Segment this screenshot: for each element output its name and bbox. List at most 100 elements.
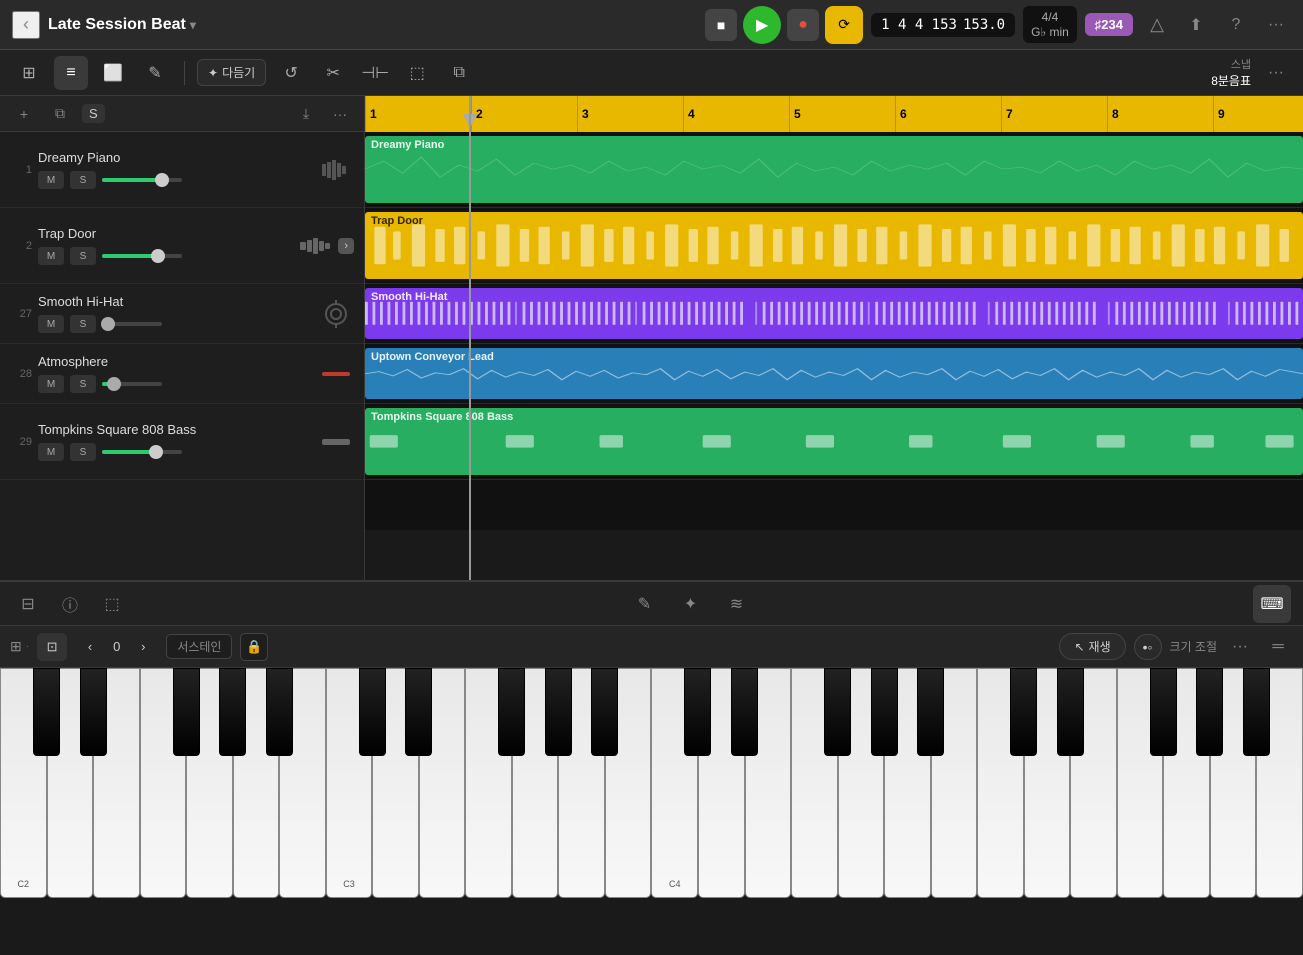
plugin-button[interactable]: ⊟ [12, 588, 44, 620]
black-key-oct1-pos3[interactable] [498, 668, 525, 756]
dot-button[interactable]: •◦ [1134, 634, 1162, 660]
split-view-button[interactable]: ⊡ [37, 633, 67, 661]
piano-more-button[interactable]: ··· [1225, 632, 1255, 662]
clip-smooth[interactable]: Smooth Hi-Hat // generate many thin rect… [365, 288, 1303, 339]
stop-button[interactable]: ■ [705, 9, 737, 41]
solo-btn-2[interactable]: S [70, 247, 96, 265]
clip-lane-atmo[interactable]: Uptown Conveyor Lead [365, 344, 1303, 404]
grid-view-button[interactable]: ⊞ [12, 56, 46, 90]
sustain-button[interactable]: 서스테인 [166, 634, 232, 659]
black-key-oct3-pos5[interactable] [1243, 668, 1270, 756]
black-key-oct3-pos3[interactable] [1150, 668, 1177, 756]
black-key-oct3-pos4[interactable] [1196, 668, 1223, 756]
cut-button[interactable]: ✂ [316, 56, 350, 90]
mute-btn-27[interactable]: M [38, 315, 64, 333]
play-button[interactable]: ▶ [743, 6, 781, 44]
cycle-button[interactable]: ⟳ [825, 6, 863, 44]
clip-lane-smooth[interactable]: Smooth Hi-Hat // generate many thin rect… [365, 284, 1303, 344]
time-signature[interactable]: 4/4 G♭ min [1023, 6, 1077, 43]
volume-slider-1[interactable] [102, 178, 182, 182]
black-key-oct0-pos3[interactable] [173, 668, 200, 756]
keyboard-size-dot: · [26, 641, 29, 652]
black-key-oct0-pos0[interactable] [33, 668, 60, 756]
black-key-oct2-pos0[interactable] [684, 668, 711, 756]
top-bar: ‹ Late Session Beat ▾ ■ ▶ ● ⟳ 1 4 4 153 … [0, 0, 1303, 50]
clip-dreamy[interactable]: Dreamy Piano [365, 136, 1303, 203]
black-key-oct2-pos4[interactable] [871, 668, 898, 756]
edit-pen-button[interactable]: ✎ [629, 588, 661, 620]
black-key-oct0-pos4[interactable] [219, 668, 246, 756]
timeline-ruler[interactable]: 1 2 3 4 5 6 7 8 9 [365, 96, 1303, 132]
panel-button[interactable]: ⬚ [96, 588, 128, 620]
piano-line-button[interactable]: ═ [1263, 632, 1293, 662]
track-name-1: Dreamy Piano [38, 150, 312, 165]
piano-play-button[interactable]: ↖ 재생 [1059, 633, 1125, 660]
black-key-oct3-pos1[interactable] [1057, 668, 1084, 756]
download-button[interactable]: ⤓ [292, 100, 320, 128]
add-track-button[interactable]: + [10, 100, 38, 128]
pen-tool-button[interactable]: ✎ [138, 56, 172, 90]
solo-btn-27[interactable]: S [70, 315, 96, 333]
mute-btn-29[interactable]: M [38, 443, 64, 461]
black-key-oct3-pos0[interactable] [1010, 668, 1037, 756]
nav-prev-button[interactable]: ‹ [75, 633, 105, 661]
duplicate-track-button[interactable]: ⧉ [46, 100, 74, 128]
nav-next-button[interactable]: › [128, 633, 158, 661]
clip-lane-tompkins[interactable]: Tompkins Square 808 Bass [365, 404, 1303, 480]
clip-lane-trap[interactable]: Trap Door [365, 208, 1303, 284]
black-key-oct0-pos5[interactable] [266, 668, 293, 756]
expand-button-2[interactable]: › [338, 238, 354, 254]
s-label[interactable]: S [82, 104, 105, 123]
lock-button[interactable]: 🔒 [240, 633, 268, 661]
black-key-oct1-pos0[interactable] [359, 668, 386, 756]
help-icon-button[interactable]: ? [1221, 10, 1251, 40]
select-button[interactable]: ⬚ [400, 56, 434, 90]
solo-btn-29[interactable]: S [70, 443, 96, 461]
black-key-oct2-pos3[interactable] [824, 668, 851, 756]
clip-trap[interactable]: Trap Door [365, 212, 1303, 279]
volume-slider-27[interactable] [102, 322, 162, 326]
key-badge[interactable]: ♯234 [1085, 13, 1133, 36]
split-button[interactable]: ⊣⊢ [358, 56, 392, 90]
snap-button[interactable]: ✦ 다듬기 [197, 59, 266, 86]
black-key-oct0-pos1[interactable] [80, 668, 107, 756]
more-icon-button[interactable]: ··· [1261, 10, 1291, 40]
back-button[interactable]: ‹ [12, 11, 40, 39]
mute-btn-28[interactable]: M [38, 375, 64, 393]
volume-slider-2[interactable] [102, 254, 182, 258]
track-number-1: 1 [10, 164, 32, 176]
more-button[interactable]: ··· [326, 100, 354, 128]
screen-button[interactable]: ⬜ [96, 56, 130, 90]
empty-track-area [365, 480, 1303, 530]
time-sig-top: 4/4 [1031, 10, 1069, 24]
keyboard-toggle-button[interactable]: ⌨ [1253, 585, 1291, 623]
copy-button[interactable]: ⧉ [442, 56, 476, 90]
loop-button[interactable]: ↺ [274, 56, 308, 90]
clip-tompkins[interactable]: Tompkins Square 808 Bass [365, 408, 1303, 475]
snap-more-button[interactable]: ··· [1261, 58, 1291, 88]
black-key-oct1-pos1[interactable] [405, 668, 432, 756]
mute-btn-1[interactable]: M [38, 171, 64, 189]
solo-btn-28[interactable]: S [70, 375, 96, 393]
info-button[interactable]: ⓘ [54, 588, 86, 620]
list-view-button[interactable]: ≡ [54, 56, 88, 90]
position-display[interactable]: 1 4 4 153 153.0 [871, 13, 1015, 37]
black-key-oct1-pos5[interactable] [591, 668, 618, 756]
bottom-section: ⊟ ⓘ ⬚ ✎ ✦ ≋ ⌨ ⊞ · ⊡ ‹ 0 › 서스테인 🔒 ↖ 재생 •◦… [0, 580, 1303, 955]
volume-slider-29[interactable] [102, 450, 182, 454]
black-key-oct2-pos1[interactable] [731, 668, 758, 756]
record-button[interactable]: ● [787, 9, 819, 41]
title-chevron-icon[interactable]: ▾ [190, 18, 196, 32]
eq-button[interactable]: ≋ [721, 588, 753, 620]
solo-btn-1[interactable]: S [70, 171, 96, 189]
key-label-c4: C4 [669, 879, 681, 889]
metronome-button[interactable]: △ [1141, 9, 1173, 41]
black-key-oct1-pos4[interactable] [545, 668, 572, 756]
clip-atmo[interactable]: Uptown Conveyor Lead [365, 348, 1303, 399]
volume-slider-28[interactable] [102, 382, 162, 386]
mute-btn-2[interactable]: M [38, 247, 64, 265]
black-key-oct2-pos5[interactable] [917, 668, 944, 756]
share-icon-button[interactable]: ⬆ [1181, 10, 1211, 40]
sun-button[interactable]: ✦ [675, 588, 707, 620]
clip-lane-dreamy[interactable]: Dreamy Piano [365, 132, 1303, 208]
